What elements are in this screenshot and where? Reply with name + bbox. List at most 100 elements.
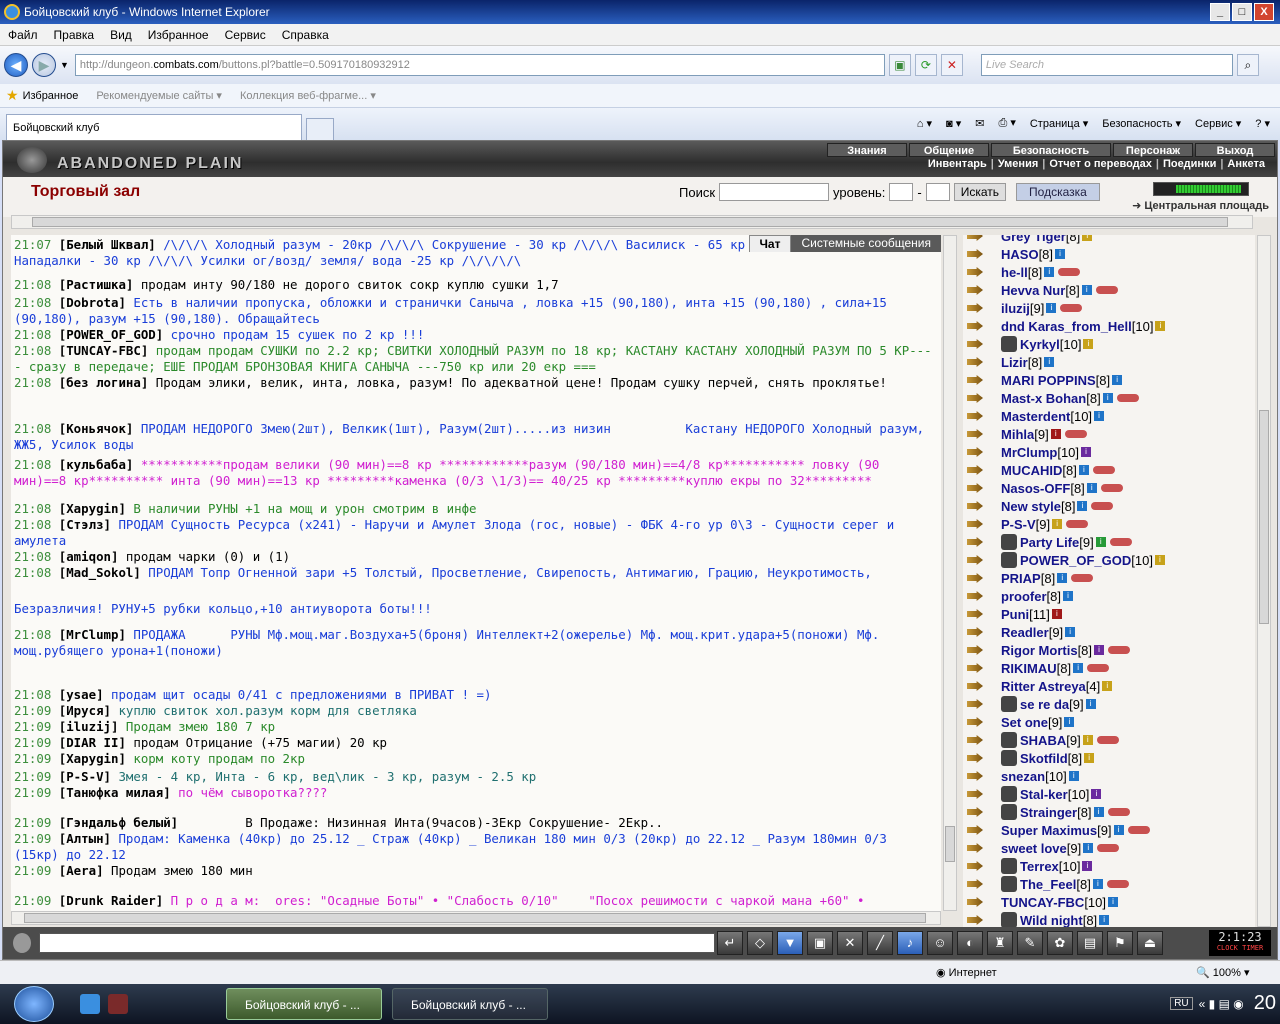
user-name[interactable]: Set one [1001,715,1048,730]
chat-vscrollbar[interactable] [943,235,957,911]
chat-time[interactable]: 21:08 [14,549,59,564]
clear-icon[interactable]: ◇ [747,931,773,955]
chat-nick[interactable]: [Xapygin] [59,501,126,516]
user-info-icon[interactable]: i [1046,303,1057,313]
private-arrow-icon[interactable] [967,627,983,637]
taskbar-item-1[interactable]: Бойцовский клуб - ... [226,988,382,1020]
chat-time[interactable]: 21:08 [14,457,59,472]
start-button[interactable] [14,986,54,1022]
user-row[interactable]: The_Feel [8] i [963,875,1129,893]
user-row[interactable]: Kyrkyl [10] i [963,335,1094,353]
favorites-star-icon[interactable]: ★ [6,87,19,104]
user-name[interactable]: he-ll [1001,265,1028,280]
menu-file[interactable]: Файл [8,28,38,42]
user-name[interactable]: Wild night [1020,913,1083,928]
user-row[interactable]: proofer [8] i [963,587,1073,605]
chat-head-icon[interactable] [13,933,31,953]
user-info-icon[interactable]: i [1077,501,1088,511]
menu-view[interactable]: Вид [110,28,132,42]
search-input[interactable]: Live Search [980,54,1233,76]
favorites-label[interactable]: Избранное [23,90,79,102]
chat-time[interactable]: 21:08 [14,375,59,390]
send-icon[interactable]: ↵ [717,931,743,955]
chat-time[interactable]: 21:08 [14,687,59,702]
private-arrow-icon[interactable] [967,825,983,835]
refresh-icon[interactable]: ⟳ [914,54,937,76]
users-vscroll-thumb[interactable] [1259,410,1269,624]
user-row[interactable]: Stal-ker [10] i [963,785,1102,803]
chat-nick[interactable]: [TUNCAY-FBC] [59,343,149,358]
private-arrow-icon[interactable] [967,879,983,889]
user-info-icon[interactable]: i [1052,519,1063,529]
chat-nick[interactable]: [Гэндальф белый] [59,815,178,830]
private-arrow-icon[interactable] [967,375,983,385]
user-info-icon[interactable]: i [1044,357,1055,367]
user-name[interactable]: Rigor Mortis [1001,643,1078,658]
user-info-icon[interactable]: i [1086,483,1097,493]
bag-icon[interactable]: ▤ [1077,931,1103,955]
user-info-icon[interactable]: i [1113,825,1124,835]
chat-nick[interactable]: [iluzij] [59,719,119,734]
chat-time[interactable]: 21:09 [14,703,59,718]
chat-time[interactable]: 21:09 [14,785,59,800]
filter-icon[interactable]: ▼ [777,931,803,955]
subnav-battles[interactable]: Поединки [1163,158,1216,170]
nav-communication[interactable]: Общение [909,143,989,157]
menu-tools[interactable]: Сервис [225,28,266,42]
save-icon[interactable]: ▣ [807,931,833,955]
nav-security[interactable]: Безопасность [991,143,1111,157]
shield-icon[interactable]: ◐ [957,931,983,955]
user-info-icon[interactable]: i [1083,843,1094,853]
user-name[interactable]: Mihla [1001,427,1034,442]
chat-nick[interactable]: [Алтын] [59,831,111,846]
nav-knowledge[interactable]: Знания [827,143,907,157]
user-row[interactable]: se re da [9] i [963,695,1096,713]
tray-icons[interactable]: « ▮ ▤ ◉ [1199,997,1244,1011]
private-arrow-icon[interactable] [967,339,983,349]
search-go-icon[interactable]: ⌕ [1236,54,1259,76]
chat-nick[interactable]: [POWER_OF_GOD] [59,327,163,342]
user-row[interactable]: New style [8] i [963,497,1114,515]
user-info-icon[interactable]: i [1085,699,1096,709]
translit-icon[interactable]: ╱ [867,931,893,955]
user-name[interactable]: Ritter Astreya [1001,679,1086,694]
private-arrow-icon[interactable] [967,267,983,277]
user-info-icon[interactable]: i [1081,285,1092,295]
private-arrow-icon[interactable] [967,447,983,457]
fav-suggested-sites[interactable]: Рекомендуемые сайты ▾ [96,89,222,102]
subnav-inventory[interactable]: Инвентарь [928,158,987,170]
user-row[interactable]: Set one [9] i [963,713,1075,731]
user-row[interactable]: iluzij [9] i [963,299,1083,317]
user-name[interactable]: sweet love [1001,841,1067,856]
private-arrow-icon[interactable] [967,915,983,925]
private-arrow-icon[interactable] [967,807,983,817]
history-dropdown-icon[interactable]: ▼ [60,60,69,70]
user-name[interactable]: Kyrkyl [1020,337,1060,352]
private-arrow-icon[interactable] [967,357,983,367]
user-name[interactable]: Strainger [1020,805,1077,820]
chat-time[interactable]: 21:09 [14,815,59,830]
flag-icon[interactable]: ⚑ [1107,931,1133,955]
tab-system-messages[interactable]: Системные сообщения [791,235,941,252]
user-info-icon[interactable]: i [1095,537,1106,547]
user-row[interactable]: Lizir [8] i [963,353,1055,371]
chat-nick[interactable]: [ysae] [59,687,104,702]
print-icon[interactable]: ⎙ ▾ [998,116,1015,130]
user-name[interactable]: se re da [1020,697,1069,712]
chat-nick[interactable]: [P-S-V] [59,769,111,784]
private-arrow-icon[interactable] [967,753,983,763]
user-row[interactable]: he-ll [8] i [963,263,1081,281]
level-max-input[interactable] [925,183,950,201]
chat-hscrollbar[interactable] [11,911,941,925]
user-info-icon[interactable]: i [1084,753,1095,763]
user-info-icon[interactable]: i [1102,393,1113,403]
chat-time[interactable]: 21:08 [14,277,59,292]
mail-icon[interactable]: ✉ [975,117,984,130]
user-info-icon[interactable]: i [1155,321,1166,331]
private-arrow-icon[interactable] [967,771,983,781]
chat-time[interactable]: 21:09 [14,719,59,734]
tab-chat[interactable]: Чат [748,235,792,252]
menu-favorites[interactable]: Избранное [148,28,209,42]
sound-icon[interactable]: ♪ [897,931,923,955]
user-row[interactable]: Ritter Astreya [4] i [963,677,1113,695]
